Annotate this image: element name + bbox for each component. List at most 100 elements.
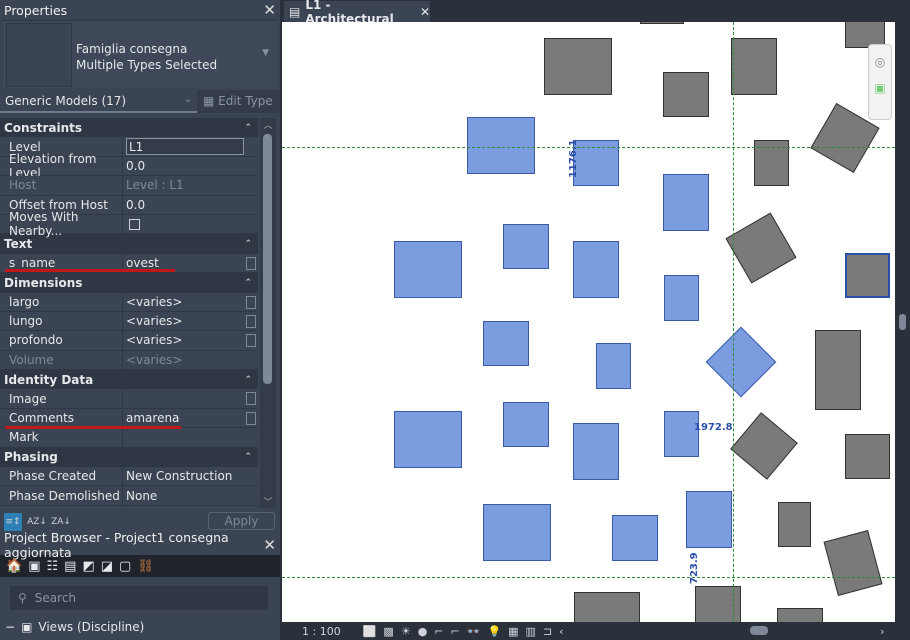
temporary-hide-icon[interactable]: 👓 [467, 625, 481, 638]
group-header[interactable]: Dimensions ⌃ [0, 273, 258, 293]
steering-wheel-icon[interactable]: ◎ [869, 55, 891, 69]
categorize-icon[interactable]: ≡↕ [4, 513, 22, 531]
legend-icon[interactable]: ◪ [101, 559, 113, 574]
group-header[interactable]: Identity Data ⌃ [0, 370, 258, 390]
visual-style-icon[interactable]: ▩ [383, 625, 393, 638]
generic-model-element[interactable] [573, 241, 619, 298]
existing-element[interactable] [731, 38, 777, 95]
schedule-icon[interactable]: ☷ [46, 559, 58, 574]
generic-model-element[interactable] [483, 321, 529, 366]
property-value[interactable] [123, 428, 258, 447]
property-value[interactable]: amarena [123, 408, 258, 428]
property-value[interactable]: <varies> [123, 350, 258, 370]
property-value[interactable]: 0.0 [123, 195, 258, 214]
search-input[interactable]: ⚲ Search [10, 586, 268, 610]
home-icon[interactable]: 🏠 [6, 559, 22, 574]
existing-element[interactable] [574, 592, 640, 622]
property-row[interactable]: Moves With Nearby... [0, 210, 258, 238]
table-icon[interactable]: ▤ [64, 559, 76, 574]
generic-model-element[interactable] [596, 343, 631, 389]
generic-model-element[interactable] [503, 224, 549, 269]
family-icon[interactable]: ▢ [119, 559, 131, 574]
close-icon[interactable]: ✕ [263, 1, 276, 19]
property-row[interactable]: Image [0, 389, 258, 409]
existing-element[interactable] [663, 72, 709, 117]
property-row[interactable]: Host Level : L1 [0, 176, 258, 196]
crop-view-icon[interactable]: ⌐ [434, 625, 443, 638]
existing-element[interactable] [823, 530, 883, 596]
tab-l1-architectural[interactable]: ▤ L1 - Architectural ✕ [284, 0, 430, 26]
collapse-icon[interactable]: − [5, 620, 15, 634]
dimension-label[interactable]: 1972.8 [694, 422, 733, 433]
sheet-icon[interactable]: ◩ [82, 559, 94, 574]
associate-parameter-button[interactable] [246, 392, 256, 406]
drawing-canvas[interactable]: 1176.1 1972.8 723.9 ◎ ▣ [282, 22, 895, 622]
property-value[interactable]: <varies> [123, 331, 258, 350]
dropdown-icon[interactable]: ▼ [262, 48, 269, 58]
horizontal-scroll-thumb[interactable] [750, 626, 768, 635]
existing-element[interactable] [845, 434, 890, 479]
close-icon[interactable]: ✕ [263, 536, 276, 554]
associate-parameter-button[interactable] [246, 256, 256, 270]
existing-element[interactable] [544, 38, 612, 95]
collapse-icon[interactable]: ⌃ [244, 278, 252, 288]
property-row[interactable]: Phase Created New Construction [0, 467, 258, 487]
category-filter[interactable]: Generic Models (17) ⌄ [0, 90, 197, 113]
collapse-icon[interactable]: ⌃ [244, 375, 252, 385]
collapse-icon[interactable]: ⌃ [244, 123, 252, 133]
property-value[interactable] [123, 389, 258, 408]
shadows-icon[interactable]: ● [418, 625, 428, 638]
close-tab-icon[interactable]: ✕ [420, 5, 430, 19]
property-row[interactable]: lungo <varies> [0, 311, 258, 332]
reveal-hidden-icon[interactable]: 💡 [487, 625, 501, 638]
property-value[interactable]: <varies> [123, 292, 258, 311]
sort-az-icon[interactable]: AZ↓ [27, 513, 47, 531]
group-header[interactable]: Constraints ⌃ [0, 118, 258, 138]
associate-parameter-button[interactable] [246, 334, 256, 348]
grid-line[interactable] [282, 577, 895, 578]
properties-scrollbar[interactable]: ︿ ﹀ [260, 118, 276, 508]
property-value[interactable]: 0.0 [123, 156, 258, 176]
scale-label[interactable]: 1 : 100 [302, 625, 341, 638]
grid-line[interactable] [733, 22, 734, 622]
property-row[interactable]: Mark [0, 428, 258, 448]
sort-za-icon[interactable]: ZA↓ [51, 513, 71, 531]
generic-model-element[interactable] [664, 411, 699, 457]
collapse-icon[interactable]: ⌃ [244, 452, 252, 462]
generic-model-element[interactable] [664, 275, 699, 321]
crop-region-icon[interactable]: ⌐ [451, 625, 460, 638]
generic-model-element[interactable] [612, 515, 658, 561]
generic-model-element[interactable] [705, 326, 777, 398]
3d-view-icon[interactable]: ▣ [28, 559, 40, 574]
moves-checkbox[interactable] [129, 218, 140, 230]
generic-model-element[interactable] [503, 402, 549, 447]
sun-path-icon[interactable]: ☀ [401, 625, 411, 638]
existing-element[interactable] [695, 586, 741, 622]
generic-model-element[interactable] [573, 423, 619, 480]
existing-element[interactable] [778, 502, 811, 547]
associate-parameter-button[interactable] [246, 295, 256, 309]
generic-model-element[interactable] [686, 491, 732, 548]
property-row[interactable]: Phase Demolished None [0, 486, 258, 506]
dimension-label[interactable]: 723.9 [689, 552, 700, 584]
property-row[interactable]: Volume <varies> [0, 350, 258, 371]
property-row[interactable]: largo <varies> [0, 292, 258, 312]
existing-element[interactable] [730, 412, 798, 480]
property-value[interactable]: <varies> [123, 311, 258, 331]
link-icon[interactable]: ⛓ [137, 559, 154, 574]
generic-model-element[interactable] [394, 241, 462, 298]
collapse-icon[interactable]: ⌃ [244, 239, 252, 249]
view-scrollbar[interactable] [895, 22, 910, 622]
edit-type-button[interactable]: ▦ Edit Type [197, 90, 280, 113]
worksharing-icon[interactable]: ▦ [508, 625, 518, 638]
analytical-model-icon[interactable]: ▥ [526, 625, 536, 638]
property-row[interactable]: Elevation from Level 0.0 [0, 152, 258, 180]
associate-parameter-button[interactable] [246, 314, 256, 328]
grid-line[interactable] [282, 147, 895, 148]
existing-element[interactable] [845, 253, 890, 298]
tree-item-views[interactable]: − ▣ Views (Discipline) [5, 620, 144, 634]
scroll-left-icon[interactable]: ‹ [559, 625, 563, 638]
generic-model-element[interactable] [394, 411, 462, 468]
level-field[interactable]: L1 [126, 138, 244, 156]
zoom-icon[interactable]: ▣ [869, 81, 891, 95]
